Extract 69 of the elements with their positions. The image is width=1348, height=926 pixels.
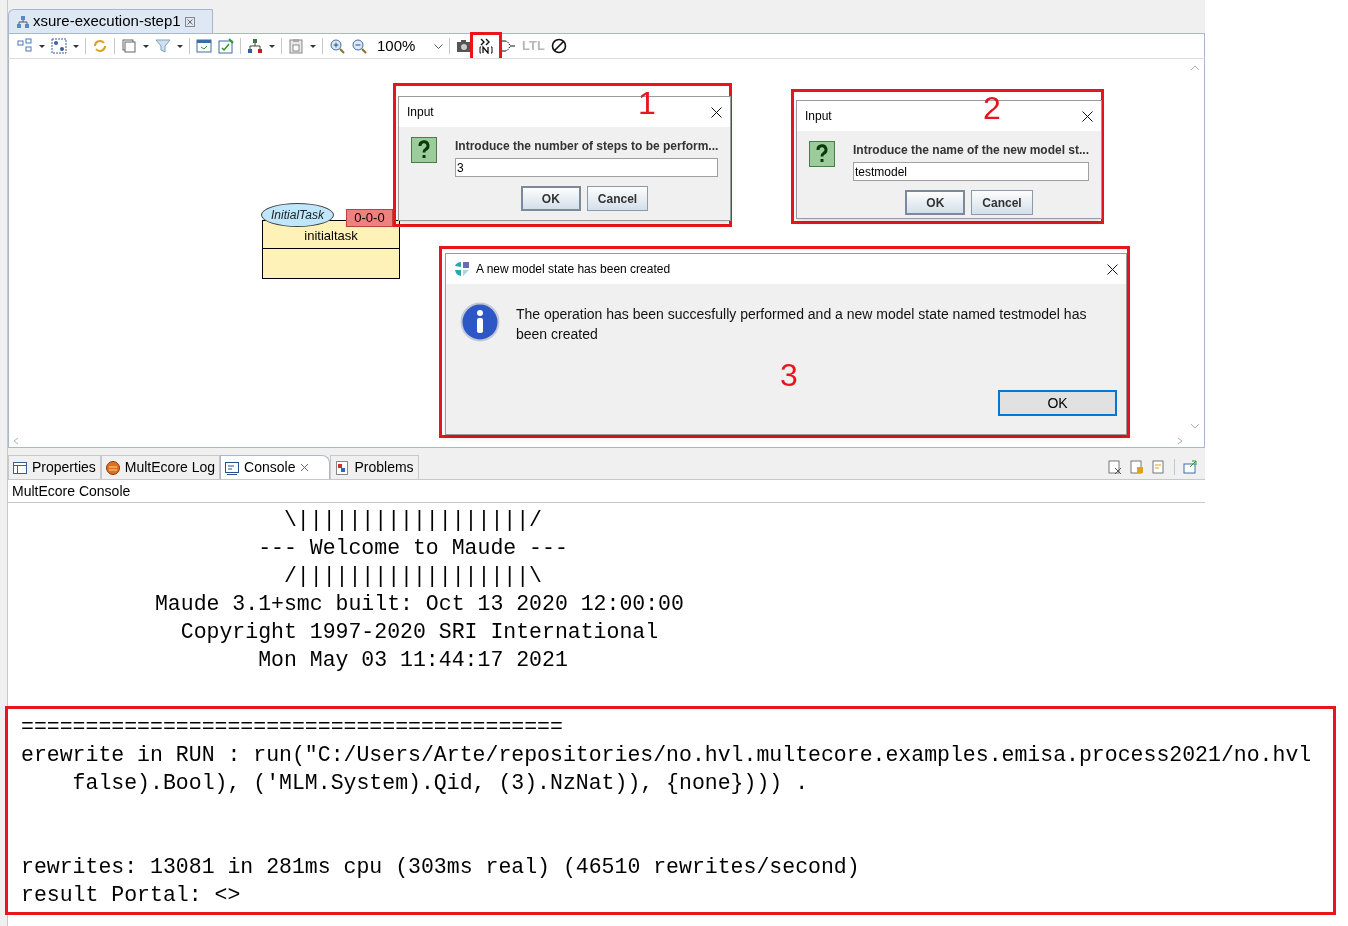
window-icon[interactable] (196, 38, 212, 54)
welcome-text: \||||||||||||||||||/ --- Welcome to Maude --- /||||||||||||||||||\ Maude 3.1+smc built: Oct 13 2020 12:00:00 Copyright 1997-2020 SRI International Mon May 03 11:44:17 2021 (153, 507, 685, 674)
chevron-icon (434, 43, 443, 49)
problems-icon (335, 460, 350, 475)
zoom-in-icon[interactable] (329, 38, 345, 54)
console-icon (225, 460, 240, 475)
node-name: initialtask (304, 229, 358, 242)
pin-icon[interactable] (1183, 460, 1197, 474)
annotation-number: 3 (780, 359, 798, 391)
annotation-number: 2 (983, 92, 1001, 124)
tab-label: Properties (32, 458, 96, 477)
result-text: rewrites: 13081 in 281ms cpu (303ms real) (46510 rewrites/second) result Portal: <> (21, 854, 861, 909)
checklist-icon[interactable] (218, 38, 234, 54)
caret-icon[interactable] (177, 44, 183, 48)
tab-label: MultEcore Log (124, 458, 216, 477)
close-icon[interactable] (1107, 263, 1118, 275)
type-label: InitialTask (261, 203, 334, 227)
camera-icon[interactable] (456, 38, 472, 54)
panel-tab[interactable]: Console (220, 455, 331, 479)
text-input[interactable]: 3 (455, 158, 719, 177)
prompt-text: Introduce the name of the new model st... (853, 142, 1090, 159)
diagram-icon (17, 15, 29, 28)
dialog-title: Input (805, 108, 832, 125)
step-n-icon[interactable] (478, 38, 494, 54)
dialog-button[interactable]: OK (998, 390, 1117, 416)
caret-icon[interactable] (39, 44, 45, 48)
zoom-dropdown[interactable]: 100% (373, 36, 443, 56)
table-icon (13, 460, 27, 475)
zoom-out-icon[interactable] (351, 38, 367, 54)
question-icon (809, 141, 835, 167)
prompt-text: Introduce the number of steps to be perform... (455, 138, 719, 155)
dialog-button[interactable]: OK (905, 190, 966, 215)
tab-label: Console (244, 458, 296, 477)
console-title: MultEcore Console (12, 481, 131, 501)
tab-title: xsure-execution-step1 (33, 11, 181, 32)
text-input[interactable]: testmodel (853, 162, 1090, 181)
dialog-button[interactable]: Cancel (971, 190, 1033, 215)
close-icon[interactable] (711, 106, 722, 118)
question-icon (411, 137, 437, 163)
caret-icon[interactable] (269, 44, 275, 48)
clipboard-icon[interactable] (288, 38, 304, 54)
message-text: The operation has been succesfully performed and a new model state named testmodel has been created (516, 305, 1088, 344)
caret-icon[interactable] (310, 44, 316, 48)
app-logo-icon (454, 261, 470, 277)
panel-tab[interactable]: Problems (330, 455, 419, 479)
command-text: ========================================== erewrite in RUN : run("C:/Users/Arte/repositories/no.hvl.multecore.examples.emisa.process2021/no.hvl false).Bool), ('MLM.System).Qid, (3).NzNat)), {none}))) . (21, 714, 1313, 797)
tab-label: Problems (354, 458, 414, 477)
clear-console-icon[interactable] (1108, 460, 1122, 474)
select-all-icon[interactable] (51, 38, 67, 54)
potency-badge: 0-0-0 (346, 209, 393, 227)
layers-icon[interactable] (121, 38, 137, 54)
zoom-value: 100% (377, 35, 416, 56)
panel-tab[interactable]: MultEcore Log (100, 455, 221, 479)
hierarchy-icon[interactable] (247, 38, 263, 54)
annotation-number: 1 (638, 87, 656, 119)
close-icon[interactable] (1082, 110, 1093, 122)
dialog-button[interactable]: OK (520, 186, 581, 211)
shapes-icon[interactable] (17, 38, 33, 54)
editor-tab[interactable]: xsure-execution-step1 (8, 9, 213, 33)
panel-tab[interactable]: Properties (8, 455, 101, 479)
log-icon (105, 460, 120, 475)
rules-icon[interactable] (500, 38, 516, 54)
dialog-title: Input (407, 104, 434, 121)
dialog-title: A new model state has been created (476, 261, 671, 278)
prohibited-icon[interactable] (550, 38, 567, 54)
dialog-button[interactable]: Cancel (586, 186, 649, 211)
info-icon (460, 302, 500, 342)
caret-icon[interactable] (73, 44, 79, 48)
caret-icon[interactable] (143, 44, 149, 48)
